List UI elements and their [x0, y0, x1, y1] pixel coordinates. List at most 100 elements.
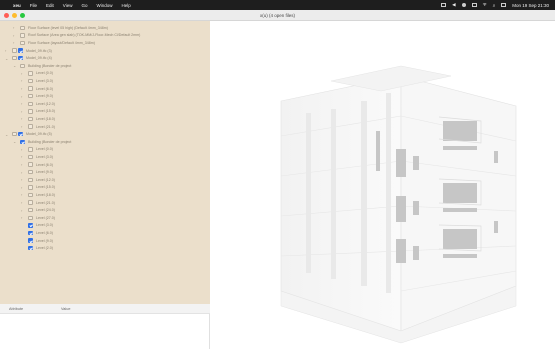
app-menu[interactable]: xeu [13, 3, 21, 8]
visibility-checkbox[interactable] [28, 192, 33, 198]
3d-viewport[interactable] [211, 21, 555, 349]
clock[interactable]: Mon 19 Sep 21:30 [512, 3, 549, 8]
disclosure-chevron-icon[interactable]: › [21, 170, 26, 175]
tree-row[interactable]: › Level (6.0) [0, 161, 210, 169]
menu-go[interactable]: Go [81, 3, 87, 8]
visibility-checkbox[interactable] [20, 33, 25, 38]
disclosure-chevron-icon[interactable]: ⌄ [5, 132, 10, 137]
tree-row[interactable]: › Floor Surface (layout/Default 4mm_348m) [0, 39, 210, 47]
tree-row[interactable]: ⌄ Building (Bonder de project [0, 138, 210, 146]
tree-row[interactable]: › Level (18.0) [0, 191, 210, 199]
tree-row[interactable]: › Level (9.0) [0, 168, 210, 176]
visibility-checkbox[interactable] [28, 245, 33, 251]
visibility-checkbox[interactable] [28, 109, 33, 114]
tree-row[interactable]: › Level (3.0) [0, 153, 210, 161]
visibility-checkbox[interactable] [28, 177, 33, 183]
tree-row[interactable]: › Level (6.0) [0, 85, 210, 93]
menu-edit[interactable]: Edit [46, 3, 54, 8]
disclosure-chevron-icon[interactable]: › [13, 25, 18, 30]
tree-row[interactable]: › Level (21.0) [0, 199, 210, 207]
disclosure-chevron-icon[interactable]: ⌄ [5, 56, 10, 61]
disclosure-chevron-icon[interactable]: › [21, 86, 26, 91]
visibility-checkbox[interactable] [28, 147, 33, 152]
disclosure-chevron-icon[interactable]: › [21, 177, 26, 182]
visibility-checkbox[interactable] [20, 139, 25, 145]
tree-row[interactable]: Level (3.0) [0, 222, 210, 230]
tree-row[interactable]: ⌄ Building (Bonder de project [0, 62, 210, 70]
model-checkbox[interactable] [18, 55, 23, 61]
search-icon[interactable]: ⌕ [493, 3, 496, 8]
model-checkbox[interactable] [18, 48, 23, 53]
visibility-checkbox[interactable] [28, 162, 33, 167]
disclosure-chevron-icon[interactable]: › [21, 147, 26, 152]
visibility-checkbox[interactable] [28, 78, 33, 84]
tree-row[interactable]: › Level (9.0) [0, 92, 210, 100]
tree-row[interactable]: › Level (21.0) [0, 123, 210, 131]
visibility-checkbox[interactable] [28, 207, 33, 213]
visibility-checkbox[interactable] [28, 101, 33, 107]
control-center-icon[interactable] [501, 3, 507, 7]
visibility-checkbox[interactable] [20, 63, 25, 69]
visibility-checkbox[interactable] [28, 116, 33, 122]
visibility-checkbox[interactable] [28, 124, 33, 129]
disclosure-chevron-icon[interactable]: › [21, 124, 26, 129]
visibility-checkbox[interactable] [28, 230, 33, 236]
tree-row[interactable]: › Level (3.0) [0, 77, 210, 85]
model-tree[interactable]: › Floor Surface (level 05 high) (Default … [0, 21, 210, 304]
tree-row[interactable]: Level (2.0) [0, 244, 210, 252]
disclosure-chevron-icon[interactable]: › [13, 40, 18, 45]
tree-row[interactable]: ⌄ Model_09.ifc (5) [0, 130, 210, 138]
disclosure-chevron-icon[interactable]: › [21, 192, 26, 197]
tree-row[interactable]: › Floor Surface (level 05 high) (Default … [0, 24, 210, 32]
visibility-checkbox[interactable] [28, 93, 33, 99]
disclosure-chevron-icon[interactable]: › [21, 215, 26, 220]
menu-help[interactable]: Help [122, 3, 131, 8]
wifi-icon[interactable]: ᯤ [483, 2, 487, 8]
visibility-checkbox[interactable] [28, 238, 33, 243]
visibility-checkbox[interactable] [28, 185, 33, 190]
menu-file[interactable]: File [30, 3, 37, 8]
disclosure-chevron-icon[interactable]: ⌄ [13, 139, 18, 144]
tree-row[interactable]: › Level (24.0) [0, 206, 210, 214]
visibility-checkbox[interactable] [20, 40, 25, 46]
tree-row[interactable]: › Level (18.0) [0, 115, 210, 123]
value-column-header[interactable]: Value [61, 307, 70, 311]
visibility-checkbox[interactable] [12, 131, 17, 137]
disclosure-chevron-icon[interactable]: › [21, 185, 26, 190]
visibility-checkbox[interactable] [28, 86, 33, 91]
tree-row[interactable]: › Level (27.0) [0, 214, 210, 222]
tree-row[interactable]: › Level (15.0) [0, 108, 210, 116]
disclosure-chevron-icon[interactable]: › [21, 116, 26, 121]
visibility-checkbox[interactable] [28, 154, 33, 160]
tree-row[interactable]: Level (9.0) [0, 237, 210, 245]
visibility-checkbox[interactable] [28, 169, 33, 175]
tree-row[interactable]: Level (6.0) [0, 229, 210, 237]
visibility-checkbox[interactable] [12, 55, 17, 61]
disclosure-chevron-icon[interactable]: ⌄ [13, 63, 18, 68]
menu-view[interactable]: View [63, 3, 73, 8]
disclosure-chevron-icon[interactable]: › [21, 200, 26, 205]
disclosure-chevron-icon[interactable]: › [5, 48, 10, 53]
tree-row[interactable]: ⌄ Model_09.ifc (4) [0, 54, 210, 62]
volume-icon[interactable]: ◀ [452, 2, 455, 8]
disclosure-chevron-icon[interactable]: › [21, 109, 26, 114]
menu-window[interactable]: Window [97, 3, 113, 8]
disclosure-chevron-icon[interactable]: › [21, 101, 26, 106]
battery-icon[interactable] [471, 3, 477, 7]
visibility-checkbox[interactable] [12, 48, 17, 53]
disclosure-chevron-icon[interactable]: › [13, 33, 18, 38]
visibility-checkbox[interactable] [20, 25, 25, 31]
visibility-checkbox[interactable] [28, 223, 33, 228]
screen-icon[interactable] [441, 3, 447, 7]
visibility-checkbox[interactable] [28, 215, 33, 221]
attribute-column-header[interactable]: Attribute [9, 307, 23, 311]
tree-row[interactable]: › Level (12.0) [0, 100, 210, 108]
visibility-checkbox[interactable] [28, 200, 33, 205]
disclosure-chevron-icon[interactable]: › [21, 78, 26, 83]
tree-row[interactable]: › Level (12.0) [0, 176, 210, 184]
disclosure-chevron-icon[interactable]: › [21, 208, 26, 213]
visibility-checkbox[interactable] [28, 71, 33, 76]
tree-row[interactable]: › Level (15.0) [0, 184, 210, 192]
disclosure-chevron-icon[interactable]: › [21, 154, 26, 159]
control-icon[interactable] [461, 3, 466, 7]
